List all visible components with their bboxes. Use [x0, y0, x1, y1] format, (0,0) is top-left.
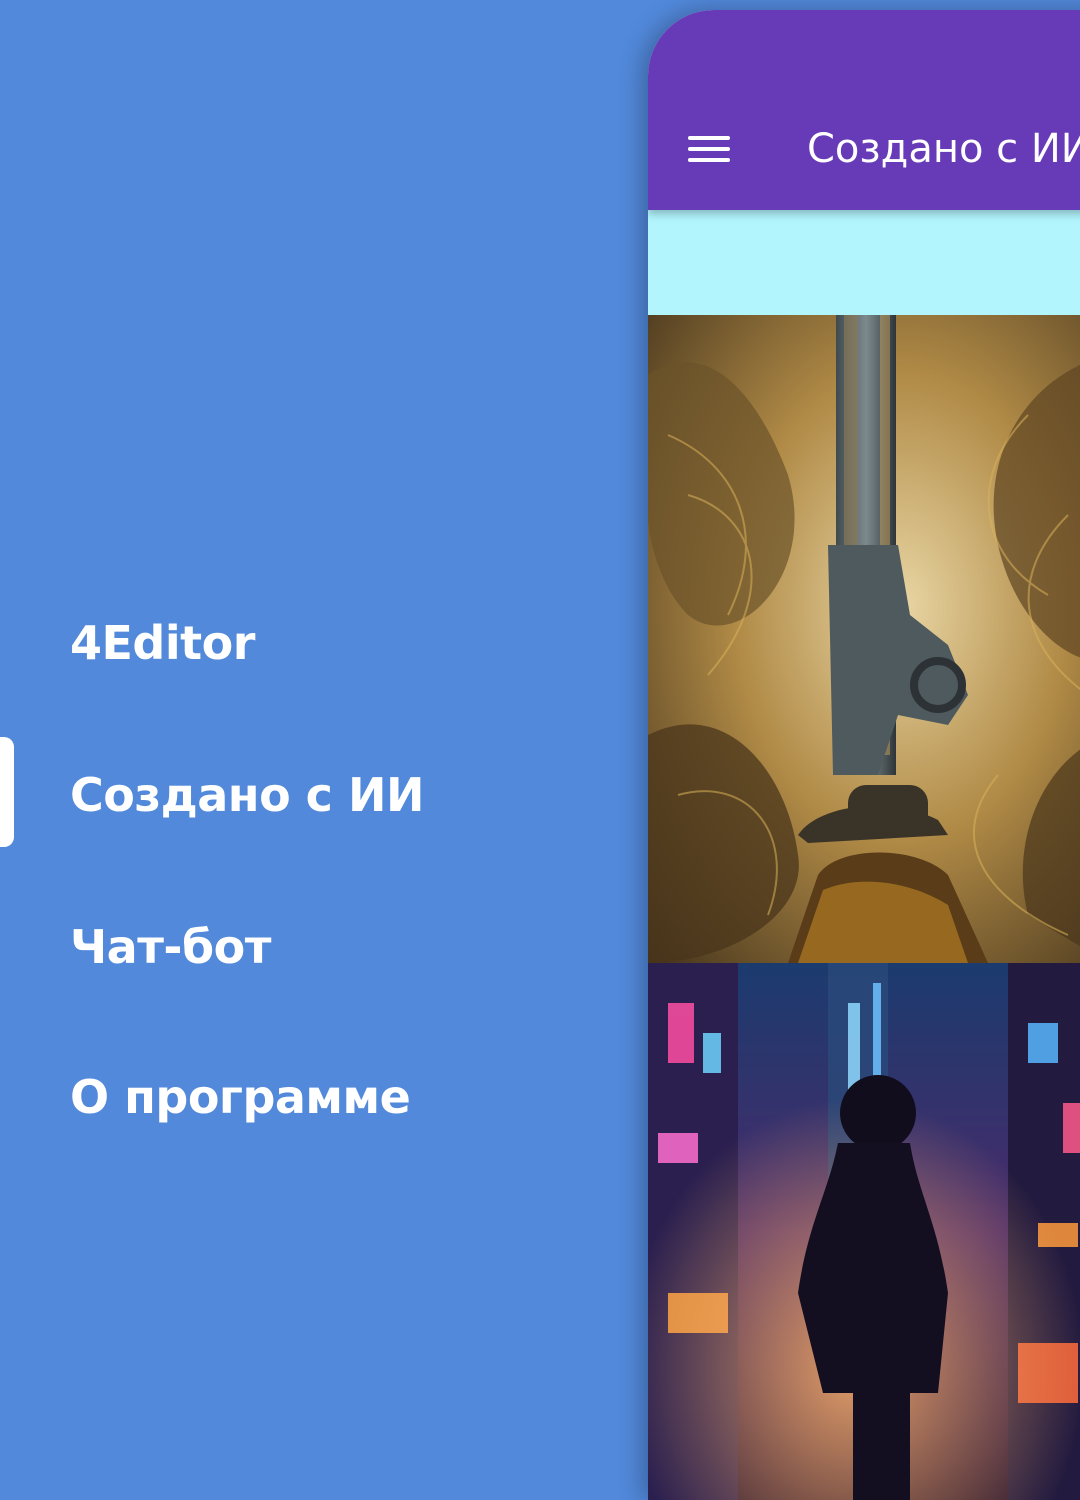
hamburger-menu-icon[interactable]	[688, 132, 730, 166]
gallery-image-cowboy[interactable]	[648, 315, 1080, 963]
app-bar: Создано с ИИ	[648, 10, 1080, 210]
main-content-panel[interactable]: Создано с ИИ	[648, 10, 1080, 1500]
drawer-item-about[interactable]: О программе	[70, 1067, 411, 1127]
active-item-indicator	[0, 737, 14, 847]
banner-area	[648, 210, 1080, 315]
navigation-drawer: 4Editor Создано с ИИ Чат-бот О программе	[0, 0, 648, 1471]
drawer-item-chatbot[interactable]: Чат-бот	[70, 917, 271, 977]
drawer-item-created-with-ai[interactable]: Создано с ИИ	[70, 765, 424, 825]
drawer-item-4editor[interactable]: 4Editor	[70, 613, 255, 673]
gallery-image-neon-city[interactable]	[648, 963, 1080, 1500]
page-title: Создано с ИИ	[807, 126, 1080, 172]
